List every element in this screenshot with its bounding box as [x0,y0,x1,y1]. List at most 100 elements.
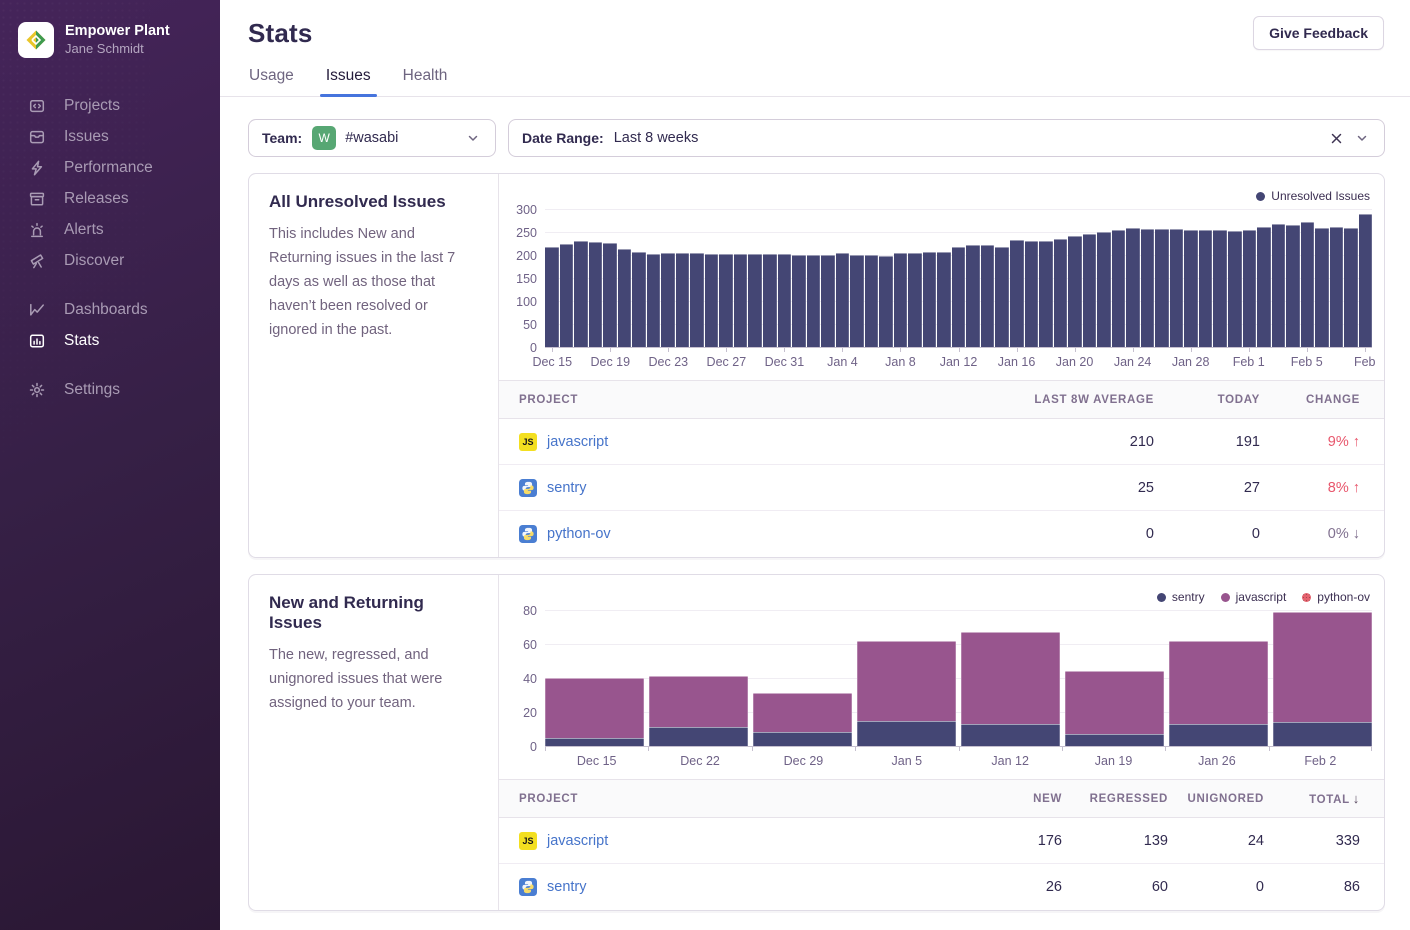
chart-bar[interactable] [807,255,821,347]
chart-bar[interactable] [1169,641,1268,746]
chart-bar[interactable] [1170,229,1184,347]
tab-usage[interactable]: Usage [248,67,295,96]
chart-bar[interactable] [981,245,995,347]
chart-bar[interactable] [1344,228,1358,347]
chart-bar[interactable] [952,247,966,347]
chart-bar[interactable] [705,254,719,347]
chart-bar[interactable] [647,254,661,347]
chart-bar[interactable] [649,676,748,746]
chart-bar[interactable] [836,253,850,347]
chart-bar[interactable] [792,255,806,347]
sidebar-item-stats[interactable]: Stats [0,325,220,356]
chart-bar[interactable] [560,244,574,347]
clear-icon[interactable] [1328,130,1345,147]
chart-bar[interactable] [690,253,704,347]
bar-segment-sentry [649,727,748,746]
chart-bar[interactable] [1257,227,1271,347]
sidebar-item-projects[interactable]: Projects [0,90,220,121]
chart-bar[interactable] [753,693,852,746]
chart-bar[interactable] [923,252,937,347]
chart-bar[interactable] [748,254,762,347]
chart-bar[interactable] [603,243,617,347]
chart-bar[interactable] [661,253,675,347]
chart-bar[interactable] [778,254,792,347]
sort-direction-icon[interactable]: ↓ [1353,791,1360,806]
chart-bar[interactable] [1126,228,1140,347]
chart-bar[interactable] [545,678,644,746]
legend-label: Unresolved Issues [1271,189,1370,203]
sidebar-item-settings[interactable]: Settings [0,374,220,405]
sidebar-item-discover[interactable]: Discover [0,245,220,276]
chevron-down-icon[interactable] [1353,129,1371,147]
chart-bar[interactable] [857,641,956,746]
chart-bar[interactable] [719,254,733,347]
tab-issues[interactable]: Issues [325,67,372,96]
chart-bar[interactable] [908,253,922,347]
chart-bar[interactable] [574,241,588,347]
sidebar-item-performance[interactable]: Performance [0,152,220,183]
project-link[interactable]: javascript [547,833,608,849]
chart-bar[interactable] [1315,228,1329,347]
chart-bar[interactable] [1213,230,1227,347]
chart-bar[interactable] [1097,232,1111,347]
chart-bar[interactable] [937,252,951,347]
chart-bar[interactable] [545,247,559,347]
chart-bar[interactable] [1141,229,1155,347]
chart-bar[interactable] [961,632,1060,746]
chart-bar[interactable] [763,254,777,347]
legend-item-sentry[interactable]: sentry [1157,590,1205,604]
chart-bar[interactable] [676,253,690,347]
chart-bar[interactable] [894,253,908,347]
date-range-selector[interactable]: Date Range: Last 8 weeks [508,119,1385,157]
sidebar-item-issues[interactable]: Issues [0,121,220,152]
panel-description: This includes New and Returning issues i… [269,222,478,342]
project-link[interactable]: javascript [547,434,608,450]
chart-bar[interactable] [1272,224,1286,347]
team-selector[interactable]: Team: W #wasabi [248,119,496,157]
sidebar-item-alerts[interactable]: Alerts [0,214,220,245]
chart-bar[interactable] [821,255,835,347]
chart-bar[interactable] [1199,230,1213,347]
chart-bar[interactable] [1112,230,1126,347]
org-switcher[interactable]: Empower Plant Jane Schmidt [0,14,220,68]
chart-bar[interactable] [1273,612,1372,746]
chart-bar[interactable] [1286,225,1300,347]
chart-bar[interactable] [1184,230,1198,347]
chart-bar[interactable] [966,245,980,347]
legend-item-unresolved-issues[interactable]: Unresolved Issues [1256,189,1370,203]
chart-bar[interactable] [1065,671,1164,746]
give-feedback-button[interactable]: Give Feedback [1253,16,1384,50]
chart-bar[interactable] [1330,227,1344,347]
sidebar-item-releases[interactable]: Releases [0,183,220,214]
project-link[interactable]: sentry [547,879,587,895]
chart-bar[interactable] [1155,229,1169,347]
legend-item-javascript[interactable]: javascript [1221,590,1287,604]
chart-bar[interactable] [1359,214,1373,347]
chart-bar[interactable] [1243,230,1257,347]
tab-health[interactable]: Health [402,67,449,96]
chart-bar[interactable] [1228,231,1242,347]
chart-bar[interactable] [589,242,603,347]
chart-bar[interactable] [1025,241,1039,347]
x-axis-label: Jan 8 [885,355,916,369]
axis-tick [855,747,856,751]
chart-bar[interactable] [1010,240,1024,347]
chart-bar[interactable] [1039,241,1053,347]
chart-bar[interactable] [734,254,748,347]
chart-bar[interactable] [1054,239,1068,347]
sidebar-item-dashboards[interactable]: Dashboards [0,294,220,325]
chart-bar[interactable] [995,247,1009,347]
chart-bar[interactable] [618,249,632,347]
chart-bar[interactable] [1068,236,1082,347]
chart-bar[interactable] [865,255,879,347]
chart-bar[interactable] [850,255,864,347]
y-axis-label: 300 [516,203,537,217]
chart-bar[interactable] [632,252,646,347]
chart-bar[interactable] [879,256,893,347]
chevron-down-icon[interactable] [464,129,482,147]
project-link[interactable]: python-ov [547,526,611,542]
chart-bar[interactable] [1301,222,1315,347]
chart-bar[interactable] [1083,234,1097,347]
legend-item-python-ov[interactable]: python-ov [1302,590,1370,604]
project-link[interactable]: sentry [547,480,587,496]
